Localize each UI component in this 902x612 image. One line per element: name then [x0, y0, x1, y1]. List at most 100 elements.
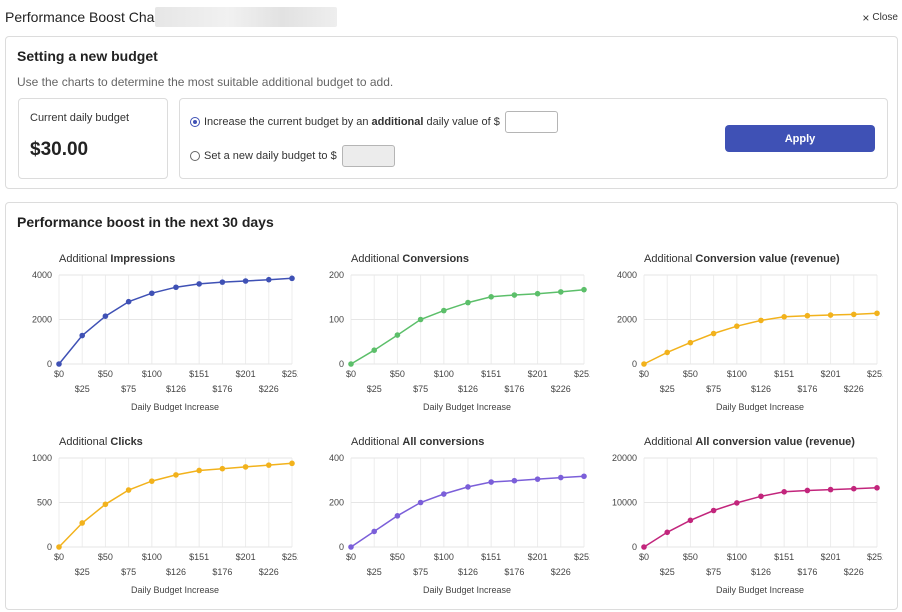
y-tick-label: 500 [37, 498, 52, 508]
data-point [441, 307, 447, 314]
x-tick-label: $151 [481, 552, 501, 562]
radio-increase-additional[interactable] [190, 117, 200, 127]
chart-xlabel: Daily Budget Increase [715, 585, 805, 595]
x-tick-label: $126 [751, 384, 771, 394]
chart-title-prefix: Additional [351, 436, 400, 448]
additional-value-input[interactable] [504, 111, 558, 133]
x-tick-label: $0 [54, 369, 64, 379]
x-tick-label: $176 [212, 384, 232, 394]
data-point [781, 314, 787, 320]
x-tick-label: $126 [751, 567, 771, 577]
radio-new-budget[interactable] [190, 151, 200, 161]
data-point [687, 339, 694, 346]
data-point [125, 298, 132, 305]
x-tick-label: $251 [574, 552, 590, 562]
current-budget-value: $30.00 [30, 139, 89, 160]
data-point [242, 278, 249, 284]
data-point [511, 292, 518, 298]
x-tick-label: $50 [390, 552, 405, 562]
x-tick-label: $176 [797, 567, 817, 577]
y-tick-label: 200 [329, 270, 344, 280]
y-tick-label: 100 [329, 315, 344, 325]
current-budget-card: Current daily budget $30.00 [18, 98, 168, 179]
data-point [441, 491, 447, 497]
data-point [734, 323, 740, 329]
chart-title-metric: Clicks [110, 436, 143, 448]
data-point [196, 281, 202, 287]
data-point [534, 476, 541, 482]
chart-title-metric: Conversions [402, 253, 470, 265]
x-tick-label: $201 [821, 369, 841, 379]
option-new-row: Set a new daily budget to $ [190, 145, 395, 167]
option1-bold: additional [371, 116, 424, 128]
x-tick-label: $75 [413, 384, 428, 394]
chart-all-conversions: Additional All conversions 0 200 400 $0 $50 $… [298, 436, 590, 612]
chart-title-prefix: Additional [59, 253, 108, 265]
chart-impressions-svg: 0 2000 4000 $0 $50 $100 $151 $201 $251 $25 $75 $126… [32, 270, 298, 394]
x-tick-label: $251 [282, 369, 298, 379]
chart-all-conversion-value-svg: 0 10000 20000 $0 $50 $100 $151 $201 $251 $25 $75 $1… [612, 453, 883, 577]
x-tick-label: $226 [259, 567, 279, 577]
chart-title-prefix: Additional [644, 253, 693, 265]
y-tick-label: 200 [329, 498, 344, 508]
chart-clicks-svg: 0 500 1000 $0 $50 $100 $151 $201 $251 $25 $75 $126 $… [32, 453, 298, 577]
x-tick-label: $151 [774, 369, 794, 379]
x-tick-label: $75 [121, 567, 136, 577]
x-tick-label: $151 [189, 369, 209, 379]
chart-xlabel: Daily Budget Increase [715, 402, 805, 412]
x-tick-label: $25 [367, 567, 382, 577]
data-point [219, 279, 226, 285]
data-point [874, 310, 880, 317]
budget-heading: Setting a new budget [17, 48, 158, 64]
chart-conversion-value-svg: 0 2000 4000 $0 $50 $100 $151 $201 $251 $25 $75 $126… [617, 270, 883, 394]
performance-panel: Performance boost in the next 30 days Ad… [5, 202, 898, 610]
data-point [371, 528, 378, 535]
chart-title-metric: Impressions [110, 253, 176, 265]
x-tick-label: $126 [458, 567, 478, 577]
y-tick-label: 0 [339, 542, 344, 552]
y-tick-label: 0 [339, 359, 344, 369]
close-button[interactable]: × Close [862, 12, 898, 24]
x-tick-label: $126 [166, 567, 186, 577]
data-point [348, 361, 354, 367]
performance-heading: Performance boost in the next 30 days [17, 214, 274, 230]
data-point [289, 275, 295, 282]
x-tick-label: $0 [346, 552, 356, 562]
chart-xlabel: Daily Budget Increase [130, 402, 220, 412]
data-point [394, 513, 401, 519]
option1-prefix: Increase the current budget by an [204, 116, 369, 128]
chart-title: Additional Clicks [59, 436, 143, 448]
x-tick-label: $201 [528, 369, 548, 379]
x-tick-label: $226 [551, 384, 571, 394]
data-point [758, 317, 764, 324]
y-tick-label: 4000 [617, 270, 637, 280]
x-tick-label: $0 [639, 552, 649, 562]
x-tick-label: $226 [259, 384, 279, 394]
data-point [874, 485, 880, 491]
close-label: Close [872, 12, 898, 23]
data-point [641, 544, 647, 550]
y-tick-label: 20000 [612, 453, 637, 463]
x-tick-label: $25 [660, 567, 675, 577]
data-point [125, 487, 132, 493]
new-budget-input[interactable] [341, 145, 395, 167]
data-point [804, 487, 811, 494]
chart-xlabel: Daily Budget Increase [422, 402, 512, 412]
data-point [149, 478, 155, 484]
data-point [664, 529, 671, 536]
data-point [758, 493, 764, 500]
chart-xlabel: Daily Budget Increase [422, 585, 512, 595]
chart-title-prefix: Additional [59, 436, 108, 448]
data-point [102, 501, 109, 508]
data-point [56, 544, 62, 550]
x-tick-label: $226 [844, 384, 864, 394]
data-point [79, 332, 86, 339]
x-tick-label: $0 [54, 552, 64, 562]
x-tick-label: $176 [504, 384, 524, 394]
x-tick-label: $151 [481, 369, 501, 379]
x-tick-label: $201 [236, 369, 256, 379]
apply-button[interactable]: Apply [725, 125, 875, 152]
chart-title: Additional Impressions [59, 253, 175, 265]
budget-subtitle: Use the charts to determine the most sui… [17, 75, 394, 89]
chart-title-metric: All conversions [402, 436, 485, 448]
